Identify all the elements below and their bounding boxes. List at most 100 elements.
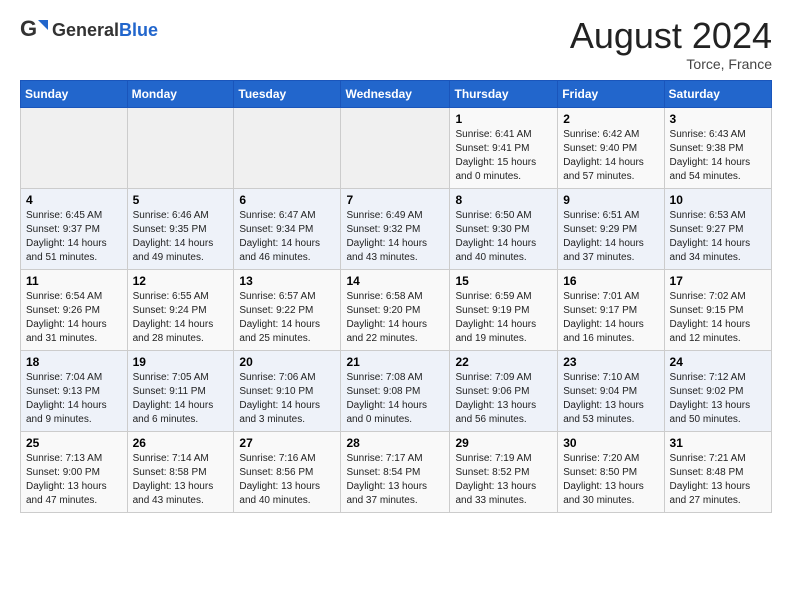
day-number: 3 xyxy=(670,112,766,126)
calendar-header-row: SundayMondayTuesdayWednesdayThursdayFrid… xyxy=(21,80,772,107)
day-number: 28 xyxy=(346,436,444,450)
calendar-week-row: 11 Sunrise: 6:54 AM Sunset: 9:26 PM Dayli… xyxy=(21,269,772,350)
calendar-cell xyxy=(127,107,234,188)
day-info: Sunrise: 6:55 AM Sunset: 9:24 PM Dayligh… xyxy=(133,290,229,346)
day-info: Sunrise: 7:14 AM Sunset: 8:58 PM Dayligh… xyxy=(133,452,229,508)
day-info: Sunrise: 6:54 AM Sunset: 9:26 PM Dayligh… xyxy=(26,290,122,346)
calendar-cell: 14Sunrise: 6:58 AM Sunset: 9:20 PM Dayli… xyxy=(341,269,450,350)
calendar-cell: 7 Sunrise: 6:49 AM Sunset: 9:32 PM Daylig… xyxy=(341,188,450,269)
day-header-sunday: Sunday xyxy=(21,80,128,107)
day-number: 23 xyxy=(563,355,658,369)
day-info: Sunrise: 6:49 AM Sunset: 9:32 PM Dayligh… xyxy=(346,209,444,265)
calendar-cell: 25Sunrise: 7:13 AM Sunset: 9:00 PM Dayli… xyxy=(21,431,128,512)
logo-icon: G xyxy=(20,16,48,44)
day-number: 29 xyxy=(455,436,552,450)
day-info: Sunrise: 7:02 AM Sunset: 9:15 PM Dayligh… xyxy=(670,290,766,346)
day-info: Sunrise: 7:20 AM Sunset: 8:50 PM Dayligh… xyxy=(563,452,658,508)
calendar-cell xyxy=(21,107,128,188)
calendar-cell: 3 Sunrise: 6:43 AM Sunset: 9:38 PM Daylig… xyxy=(664,107,771,188)
day-info: Sunrise: 6:53 AM Sunset: 9:27 PM Dayligh… xyxy=(670,209,766,265)
calendar-cell: 5 Sunrise: 6:46 AM Sunset: 9:35 PM Daylig… xyxy=(127,188,234,269)
day-number: 20 xyxy=(239,355,335,369)
calendar-week-row: 25Sunrise: 7:13 AM Sunset: 9:00 PM Dayli… xyxy=(21,431,772,512)
calendar-cell: 2Sunrise: 6:42 AM Sunset: 9:40 PM Daylig… xyxy=(558,107,664,188)
day-number: 30 xyxy=(563,436,658,450)
day-info: Sunrise: 7:21 AM Sunset: 8:48 PM Dayligh… xyxy=(670,452,766,508)
day-number: 9 xyxy=(563,193,658,207)
day-number: 6 xyxy=(239,193,335,207)
calendar-week-row: 18 Sunrise: 7:04 AM Sunset: 9:13 PM Dayli… xyxy=(21,350,772,431)
day-info: Sunrise: 7:17 AM Sunset: 8:54 PM Dayligh… xyxy=(346,452,444,508)
day-number: 18 xyxy=(26,355,122,369)
day-number: 22 xyxy=(455,355,552,369)
location-label: Torce, France xyxy=(570,56,772,72)
day-number: 10 xyxy=(670,193,766,207)
day-info: Sunrise: 6:47 AM Sunset: 9:34 PM Dayligh… xyxy=(239,209,335,265)
calendar-week-row: 4 Sunrise: 6:45 AM Sunset: 9:37 PM Daylig… xyxy=(21,188,772,269)
day-info: Sunrise: 7:16 AM Sunset: 8:56 PM Dayligh… xyxy=(239,452,335,508)
day-header-saturday: Saturday xyxy=(664,80,771,107)
day-info: Sunrise: 7:10 AM Sunset: 9:04 PM Dayligh… xyxy=(563,371,658,427)
calendar-cell: 29 Sunrise: 7:19 AM Sunset: 8:52 PM Dayli… xyxy=(450,431,558,512)
day-info: Sunrise: 6:57 AM Sunset: 9:22 PM Dayligh… xyxy=(239,290,335,346)
calendar-cell: 22Sunrise: 7:09 AM Sunset: 9:06 PM Dayli… xyxy=(450,350,558,431)
calendar-cell: 27Sunrise: 7:16 AM Sunset: 8:56 PM Dayli… xyxy=(234,431,341,512)
day-number: 8 xyxy=(455,193,552,207)
day-number: 4 xyxy=(26,193,122,207)
day-header-friday: Friday xyxy=(558,80,664,107)
calendar-cell: 15 Sunrise: 6:59 AM Sunset: 9:19 PM Dayli… xyxy=(450,269,558,350)
day-info: Sunrise: 6:58 AM Sunset: 9:20 PM Dayligh… xyxy=(346,290,444,346)
calendar-cell: 19 Sunrise: 7:05 AM Sunset: 9:11 PM Dayli… xyxy=(127,350,234,431)
day-info: Sunrise: 7:01 AM Sunset: 9:17 PM Dayligh… xyxy=(563,290,658,346)
day-info: Sunrise: 7:04 AM Sunset: 9:13 PM Dayligh… xyxy=(26,371,122,427)
logo-text-blue: Blue xyxy=(119,20,158,40)
calendar-cell: 1 Sunrise: 6:41 AM Sunset: 9:41 PM Daylig… xyxy=(450,107,558,188)
calendar-cell: 16 Sunrise: 7:01 AM Sunset: 9:17 PM Dayli… xyxy=(558,269,664,350)
day-number: 26 xyxy=(133,436,229,450)
day-info: Sunrise: 6:43 AM Sunset: 9:38 PM Dayligh… xyxy=(670,128,766,184)
calendar-cell: 20 Sunrise: 7:06 AM Sunset: 9:10 PM Dayli… xyxy=(234,350,341,431)
calendar-cell xyxy=(234,107,341,188)
day-info: Sunrise: 7:05 AM Sunset: 9:11 PM Dayligh… xyxy=(133,371,229,427)
day-info: Sunrise: 7:06 AM Sunset: 9:10 PM Dayligh… xyxy=(239,371,335,427)
day-info: Sunrise: 7:12 AM Sunset: 9:02 PM Dayligh… xyxy=(670,371,766,427)
day-number: 16 xyxy=(563,274,658,288)
day-number: 1 xyxy=(455,112,552,126)
page-header: G GeneralBlue August 2024 Torce, France xyxy=(20,16,772,72)
calendar-cell: 4 Sunrise: 6:45 AM Sunset: 9:37 PM Daylig… xyxy=(21,188,128,269)
calendar-cell: 9Sunrise: 6:51 AM Sunset: 9:29 PM Daylig… xyxy=(558,188,664,269)
calendar-cell: 31Sunrise: 7:21 AM Sunset: 8:48 PM Dayli… xyxy=(664,431,771,512)
calendar-cell: 21 Sunrise: 7:08 AM Sunset: 9:08 PM Dayli… xyxy=(341,350,450,431)
day-number: 2 xyxy=(563,112,658,126)
calendar-cell xyxy=(341,107,450,188)
day-header-wednesday: Wednesday xyxy=(341,80,450,107)
day-info: Sunrise: 6:59 AM Sunset: 9:19 PM Dayligh… xyxy=(455,290,552,346)
day-number: 7 xyxy=(346,193,444,207)
day-number: 15 xyxy=(455,274,552,288)
day-number: 5 xyxy=(133,193,229,207)
logo: G GeneralBlue xyxy=(20,16,158,44)
day-number: 12 xyxy=(133,274,229,288)
calendar-cell: 13 Sunrise: 6:57 AM Sunset: 9:22 PM Dayli… xyxy=(234,269,341,350)
day-info: Sunrise: 6:46 AM Sunset: 9:35 PM Dayligh… xyxy=(133,209,229,265)
day-info: Sunrise: 7:19 AM Sunset: 8:52 PM Dayligh… xyxy=(455,452,552,508)
calendar-cell: 24Sunrise: 7:12 AM Sunset: 9:02 PM Dayli… xyxy=(664,350,771,431)
svg-text:G: G xyxy=(20,16,37,41)
calendar-cell: 26 Sunrise: 7:14 AM Sunset: 8:58 PM Dayli… xyxy=(127,431,234,512)
title-block: August 2024 Torce, France xyxy=(570,16,772,72)
calendar-week-row: 1 Sunrise: 6:41 AM Sunset: 9:41 PM Daylig… xyxy=(21,107,772,188)
day-number: 11 xyxy=(26,274,122,288)
calendar-cell: 23 Sunrise: 7:10 AM Sunset: 9:04 PM Dayli… xyxy=(558,350,664,431)
day-info: Sunrise: 6:41 AM Sunset: 9:41 PM Dayligh… xyxy=(455,128,552,184)
day-number: 17 xyxy=(670,274,766,288)
logo-text-general: General xyxy=(52,20,119,40)
day-number: 13 xyxy=(239,274,335,288)
day-number: 19 xyxy=(133,355,229,369)
day-info: Sunrise: 7:08 AM Sunset: 9:08 PM Dayligh… xyxy=(346,371,444,427)
calendar-cell: 17 Sunrise: 7:02 AM Sunset: 9:15 PM Dayli… xyxy=(664,269,771,350)
calendar-cell: 28 Sunrise: 7:17 AM Sunset: 8:54 PM Dayli… xyxy=(341,431,450,512)
calendar-cell: 6 Sunrise: 6:47 AM Sunset: 9:34 PM Daylig… xyxy=(234,188,341,269)
day-number: 21 xyxy=(346,355,444,369)
calendar-cell: 10 Sunrise: 6:53 AM Sunset: 9:27 PM Dayli… xyxy=(664,188,771,269)
day-info: Sunrise: 6:45 AM Sunset: 9:37 PM Dayligh… xyxy=(26,209,122,265)
